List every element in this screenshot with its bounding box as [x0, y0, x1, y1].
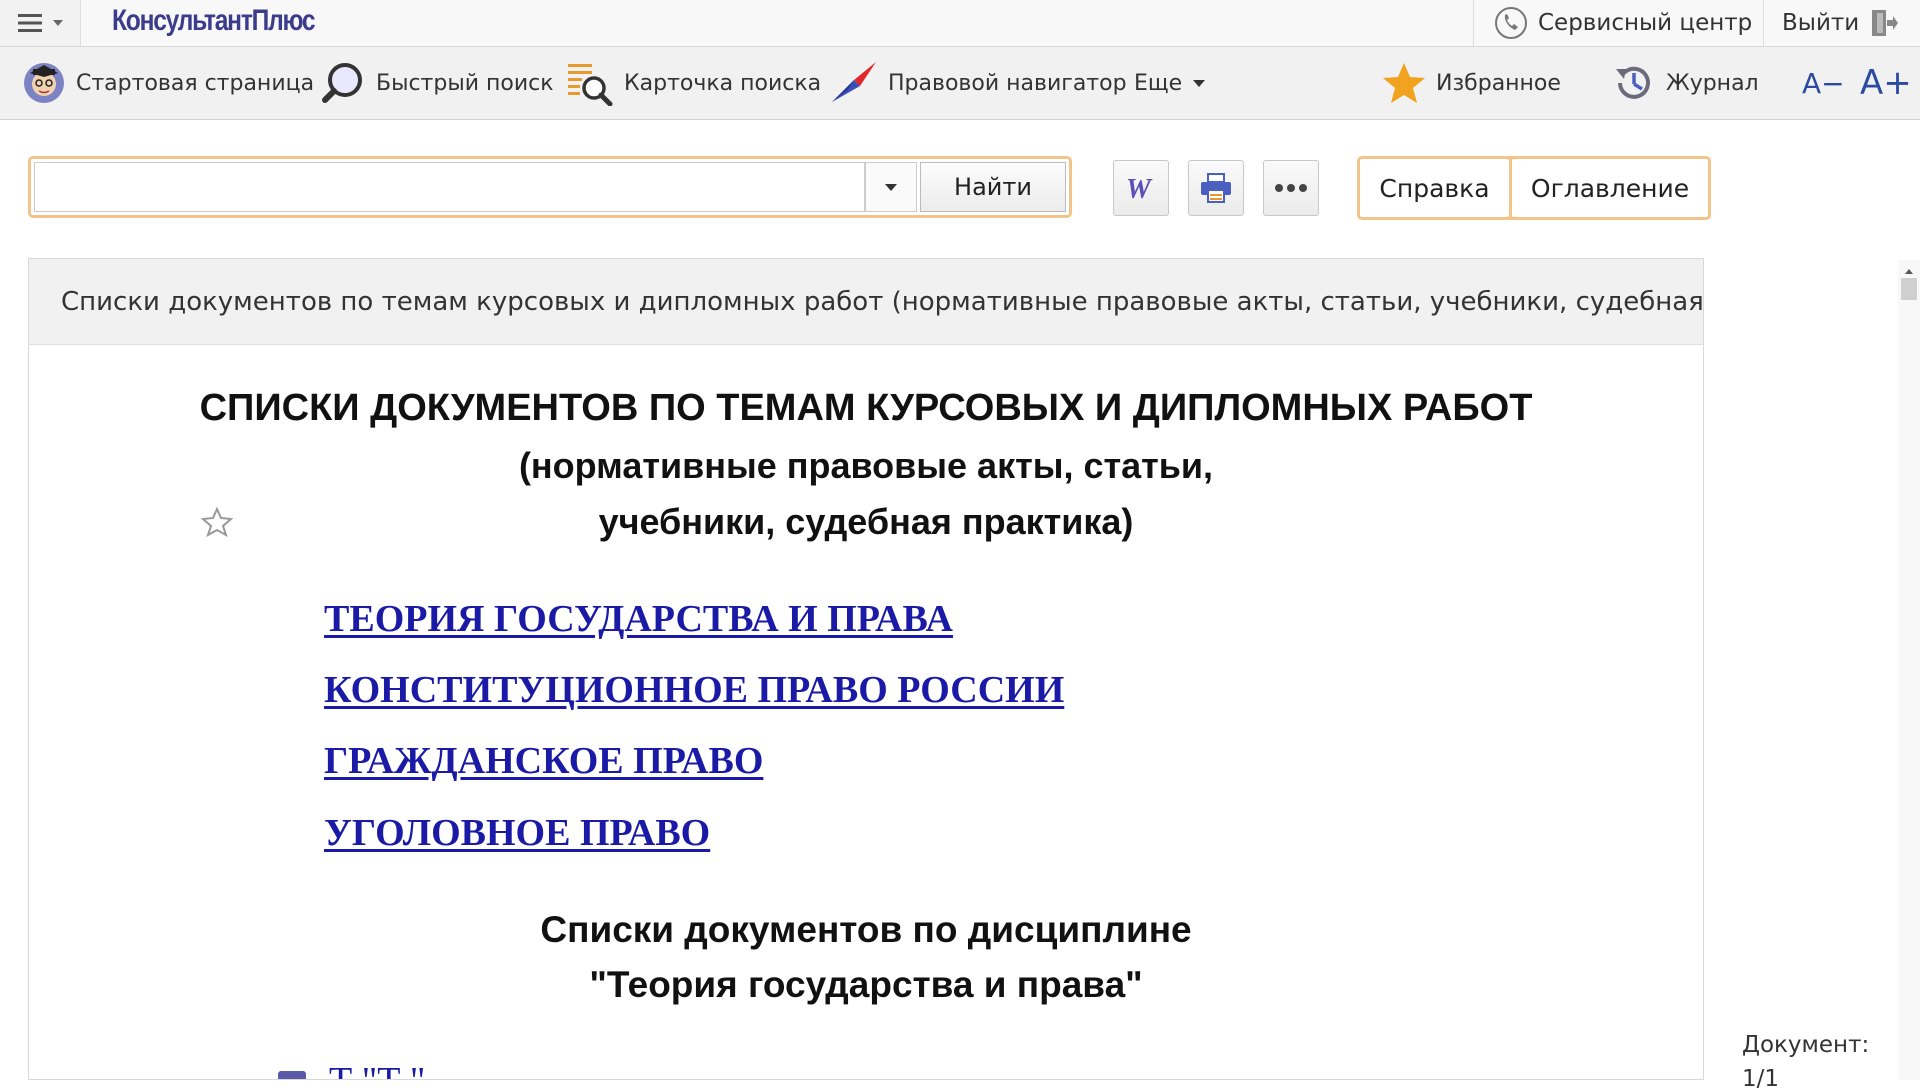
font-decrease-label: A−	[1802, 66, 1845, 100]
search-history-dropdown[interactable]	[865, 162, 917, 212]
more-menu-button[interactable]: Еще	[1134, 47, 1206, 119]
caret-down-icon	[1193, 80, 1206, 87]
chevron-down-icon	[885, 184, 897, 191]
navigator-compass-icon	[832, 62, 876, 102]
section-heading: Списки документов по дисциплине	[540, 909, 1192, 950]
printer-icon	[1201, 173, 1231, 203]
find-button[interactable]: Найти	[920, 162, 1066, 212]
search-card-button[interactable]: Карточка поиска	[566, 47, 821, 119]
font-decrease-button[interactable]: A−	[1802, 47, 1845, 119]
document-header-title: Списки документов по темам курсовых и ди…	[61, 286, 1703, 317]
magnifier-icon	[322, 63, 362, 103]
document-counter-value: 1/1	[1742, 1066, 1780, 1092]
document-viewer: Списки документов по темам курсовых и ди…	[28, 258, 1704, 1080]
section-heading-line2: "Теория государства и права"	[589, 964, 1143, 1005]
app-logo: КонсультантПлюс	[112, 4, 316, 37]
more-label: Еще	[1134, 70, 1183, 96]
title-bar: КонсультантПлюс Сервисный центр Выйти	[0, 0, 1920, 47]
document-header: Списки документов по темам курсовых и ди…	[29, 259, 1703, 345]
journal-label: Журнал	[1666, 70, 1759, 96]
star-outline-icon	[200, 506, 234, 538]
legal-navigator-button[interactable]: Правовой навигатор	[830, 47, 1127, 119]
consultant-avatar-icon	[24, 63, 64, 103]
font-increase-label: A+	[1860, 63, 1912, 103]
contents-button[interactable]: Оглавление	[1512, 159, 1708, 217]
search-input[interactable]	[34, 162, 865, 212]
print-button[interactable]	[1188, 160, 1244, 216]
start-page-button[interactable]: Стартовая страница	[22, 47, 314, 119]
link-constitutional-law[interactable]: КОНСТИТУЦИОННОЕ ПРАВО РОССИИ	[324, 668, 1064, 712]
quick-search-label: Быстрый поиск	[376, 70, 554, 96]
exit-icon	[1872, 10, 1899, 36]
link-theory-of-state-and-law[interactable]: ТЕОРИЯ ГОСУДАРСТВА И ПРАВА	[324, 597, 953, 641]
document-title: СПИСКИ ДОКУМЕНТОВ ПО ТЕМАМ КУРСОВЫХ И ДИ…	[199, 387, 1533, 429]
vertical-scrollbar[interactable]	[1898, 260, 1920, 1080]
logout-label: Выйти	[1782, 10, 1860, 36]
legal-navigator-label: Правовой навигатор	[888, 70, 1127, 96]
scrollbar-thumb[interactable]	[1901, 278, 1917, 300]
scroll-up-arrow-icon	[1905, 269, 1913, 274]
star-icon	[1383, 63, 1425, 103]
word-icon: W	[1126, 174, 1153, 202]
chevron-down-icon	[53, 20, 63, 26]
hamburger-icon	[18, 14, 42, 32]
list-bullet-icon	[278, 1071, 306, 1079]
main-toolbar: Стартовая страница Быстрый поиск Карточк…	[0, 47, 1920, 120]
favorites-label: Избранное	[1436, 70, 1561, 96]
quick-search-button[interactable]: Быстрый поиск	[320, 47, 554, 119]
phone-icon	[1495, 7, 1527, 39]
service-center-label: Сервисный центр	[1538, 10, 1753, 36]
ellipsis-icon	[1275, 184, 1307, 192]
bookmark-star-button[interactable]	[200, 506, 234, 541]
search-box: Найти	[28, 156, 1072, 218]
link-criminal-law[interactable]: УГОЛОВНОЕ ПРАВО	[324, 811, 710, 855]
logout-button[interactable]: Выйти	[1763, 0, 1920, 46]
link-civil-law[interactable]: ГРАЖДАНСКОЕ ПРАВО	[324, 739, 763, 783]
document-counter-label: Документ:	[1742, 1032, 1870, 1058]
document-title-line2: (нормативные правовые акты, статьи,	[518, 445, 1214, 486]
help-button[interactable]: Справка	[1360, 159, 1509, 217]
history-clock-icon	[1616, 66, 1650, 99]
search-card-icon	[568, 64, 613, 106]
start-page-label: Стартовая страница	[76, 70, 315, 96]
favorites-button[interactable]: Избранное	[1382, 47, 1561, 119]
main-menu-button[interactable]	[0, 0, 81, 46]
more-actions-button[interactable]	[1263, 160, 1319, 216]
partial-list-item[interactable]: Т "Т "	[329, 1059, 425, 1079]
journal-button[interactable]: Журнал	[1612, 47, 1759, 119]
document-panel-tabs: Справка Оглавление	[1357, 156, 1711, 220]
svg-text:W: W	[1126, 174, 1153, 202]
service-center-button[interactable]: Сервисный центр	[1473, 0, 1763, 46]
export-word-button[interactable]: W	[1113, 160, 1169, 216]
font-increase-button[interactable]: A+	[1860, 47, 1912, 119]
document-title-line3: учебники, судебная практика)	[598, 501, 1134, 542]
search-card-label: Карточка поиска	[624, 70, 822, 96]
